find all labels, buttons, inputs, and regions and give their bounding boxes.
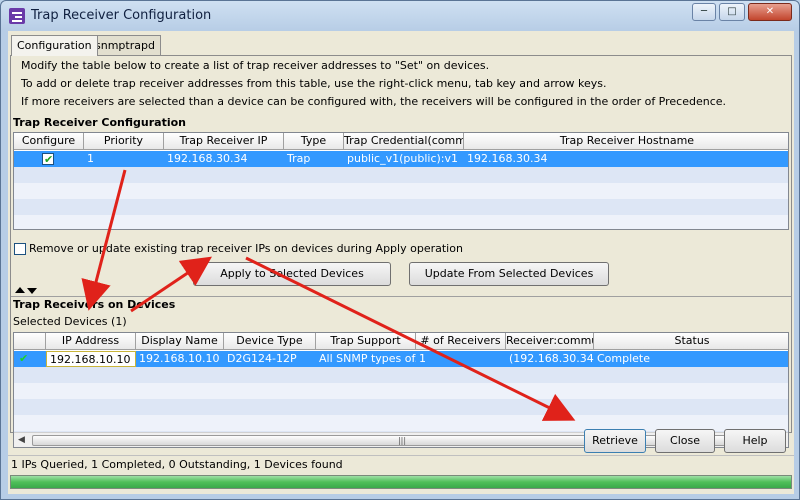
window-title: Trap Receiver Configuration: [31, 8, 212, 23]
expand-down-icon[interactable]: [27, 288, 37, 294]
instruction-line-2: To add or delete trap receiver addresses…: [21, 77, 607, 90]
col-display-name[interactable]: Display Name: [136, 333, 224, 350]
dialog-client: Configuration snmptrapd Modify the table…: [8, 31, 794, 494]
col-status-icon[interactable]: [14, 333, 46, 350]
update-from-selected-devices-button[interactable]: Update From Selected Devices: [409, 262, 609, 286]
col-ip-address[interactable]: IP Address: [46, 333, 136, 350]
instruction-line-3: If more receivers are selected than a de…: [21, 95, 727, 108]
trap-support-cell[interactable]: All SNMP types of...: [316, 351, 416, 367]
status-cell[interactable]: Complete: [594, 351, 784, 367]
progress-fill: [11, 476, 791, 488]
col-priority[interactable]: Priority: [84, 133, 164, 150]
type-cell[interactable]: Trap: [284, 151, 344, 167]
trap-receiver-ip-cell[interactable]: 192.168.30.34: [164, 151, 284, 167]
title-bar[interactable]: Trap Receiver Configuration ─ □ ✕: [1, 1, 799, 31]
remove-update-checkbox[interactable]: [14, 243, 26, 255]
table-row[interactable]: ✔ 192.168.10.10 192.168.10.10 D2G124-12P…: [14, 351, 788, 367]
devices-section-title: Trap Receivers on Devices: [13, 298, 176, 311]
hostname-cell[interactable]: 192.168.30.34: [464, 151, 784, 167]
tab-snmptrapd[interactable]: snmptrapd: [89, 35, 161, 55]
configure-checkbox-cell[interactable]: ✔: [41, 151, 57, 167]
configuration-panel: Modify the table below to create a list …: [10, 55, 792, 448]
col-configure[interactable]: Configure: [14, 133, 84, 150]
progress-bar: [10, 475, 792, 489]
col-trap-receiver-hostname[interactable]: Trap Receiver Hostname: [464, 133, 788, 150]
receiver-config-table[interactable]: Configure Priority Trap Receiver IP Type…: [13, 132, 789, 230]
splitter-handle[interactable]: [15, 287, 41, 295]
device-status-icon: ✔: [19, 352, 29, 365]
minimize-button[interactable]: ─: [692, 3, 716, 21]
apply-to-selected-devices-button[interactable]: Apply to Selected Devices: [193, 262, 391, 286]
col-device-type[interactable]: Device Type: [224, 333, 316, 350]
expand-up-icon[interactable]: [15, 287, 25, 293]
credential-cell[interactable]: public_v1(public):v1: [344, 151, 464, 167]
receivers-count-cell[interactable]: 1: [416, 351, 506, 367]
devices-table-empty-area[interactable]: [14, 367, 788, 433]
close-button[interactable]: Close: [655, 429, 715, 453]
ip-address-cell[interactable]: 192.168.10.10: [46, 351, 136, 367]
devices-table-header: IP Address Display Name Device Type Trap…: [14, 333, 788, 350]
close-window-button[interactable]: ✕: [748, 3, 792, 21]
remove-update-label[interactable]: Remove or update existing trap receiver …: [29, 242, 463, 255]
app-icon: [9, 8, 25, 24]
col-status[interactable]: Status: [594, 333, 788, 350]
table-row[interactable]: ✔ 1 192.168.30.34 Trap public_v1(public)…: [14, 151, 788, 167]
col-trap-credential[interactable]: Trap Credential(comm...: [344, 133, 464, 150]
retrieve-button[interactable]: Retrieve: [584, 429, 646, 453]
priority-cell[interactable]: 1: [84, 151, 164, 167]
help-button[interactable]: Help: [724, 429, 786, 453]
col-trap-support[interactable]: Trap Support: [316, 333, 416, 350]
splitter-divider: [11, 296, 791, 297]
col-num-receivers[interactable]: # of Receivers: [416, 333, 506, 350]
col-type[interactable]: Type: [284, 133, 344, 150]
col-trap-receiver-ip[interactable]: Trap Receiver IP: [164, 133, 284, 150]
tab-configuration[interactable]: Configuration: [11, 35, 98, 56]
trap-receiver-window: Trap Receiver Configuration ─ □ ✕ Config…: [0, 0, 800, 500]
configure-checkbox[interactable]: ✔: [42, 153, 54, 166]
selected-devices-label: Selected Devices (1): [13, 315, 127, 328]
receiver-config-title: Trap Receiver Configuration: [13, 116, 186, 129]
device-type-cell[interactable]: D2G124-12P: [224, 351, 316, 367]
receiver-community-cell[interactable]: (192.168.30.34:...: [506, 351, 594, 367]
maximize-button[interactable]: □: [719, 3, 745, 21]
receiver-table-header: Configure Priority Trap Receiver IP Type…: [14, 133, 788, 150]
scroll-left-icon[interactable]: ◀: [18, 435, 25, 445]
display-name-cell[interactable]: 192.168.10.10: [136, 351, 224, 367]
checkmark-icon: ✔: [44, 153, 54, 166]
col-receiver-community[interactable]: Receiver:commu...: [506, 333, 594, 350]
receiver-table-empty-area[interactable]: [14, 167, 788, 229]
status-bar: 1 IPs Queried, 1 Completed, 0 Outstandin…: [8, 455, 794, 473]
instruction-line-1: Modify the table below to create a list …: [21, 59, 490, 72]
